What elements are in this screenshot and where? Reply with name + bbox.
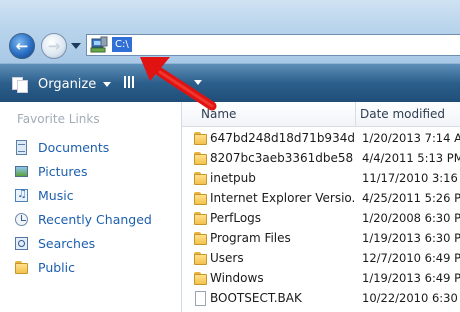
folder-icon	[193, 271, 208, 286]
organize-icon	[12, 77, 28, 93]
column-header-name[interactable]: Name	[201, 107, 236, 121]
command-toolbar: Organize	[0, 63, 460, 102]
folder-icon	[193, 151, 208, 166]
list-item[interactable]: 8207bc3aeb3361dbe58... 4/4/2011 5:13 PM	[182, 148, 460, 168]
list-item[interactable]: inetpub 11/17/2010 3:16 PM	[182, 168, 460, 188]
item-date: 11/17/2010 3:16 PM	[362, 171, 460, 185]
list-item[interactable]: PerfLogs 1/20/2008 6:30 PM	[182, 208, 460, 228]
item-name: Internet Explorer Versio...	[210, 191, 354, 205]
folder-icon	[193, 131, 208, 146]
recently-changed-icon	[14, 212, 29, 227]
item-date: 4/4/2011 5:13 PM	[362, 151, 460, 165]
list-item[interactable]: Internet Explorer Versio... 4/25/2011 5:…	[182, 188, 460, 208]
arrow-left-icon: ←	[15, 36, 29, 55]
item-date: 4/25/2011 5:26 PM	[362, 191, 460, 205]
sidebar-item-label: Documents	[38, 139, 110, 155]
views-icon	[124, 76, 136, 88]
list-item[interactable]: BOOTSECT.BAK 10/22/2010 6:30 PM	[182, 288, 460, 308]
views-dropdown-icon[interactable]	[194, 80, 202, 85]
sidebar-item-public[interactable]: Public	[14, 257, 75, 277]
item-date: 1/20/2008 6:30 PM	[362, 211, 460, 225]
folder-icon	[193, 211, 208, 226]
list-item[interactable]: Program Files 1/19/2013 6:30 PM	[182, 228, 460, 248]
item-date: 10/22/2010 6:30 PM	[362, 291, 460, 305]
sidebar-item-label: Public	[38, 259, 75, 275]
list-item[interactable]: 647bd248d18d71b934d... 1/20/2013 7:14 AM	[182, 128, 460, 148]
address-field[interactable]	[86, 34, 460, 56]
item-name: PerfLogs	[210, 211, 262, 225]
recent-pages-dropdown[interactable]	[71, 43, 81, 49]
organize-button[interactable]: Organize	[12, 74, 112, 94]
file-icon	[193, 291, 208, 306]
sidebar-item-label: Recently Changed	[38, 211, 152, 227]
sidebar-item-searches[interactable]: Searches	[14, 233, 95, 253]
item-name: 647bd248d18d71b934d...	[210, 131, 354, 145]
item-name: Program Files	[210, 231, 291, 245]
item-date: 1/19/2013 6:30 PM	[362, 231, 460, 245]
list-item[interactable]: Windows 1/19/2013 6:49 PM	[182, 268, 460, 288]
item-name: Users	[210, 251, 244, 265]
sidebar-item-pictures[interactable]: Pictures	[14, 161, 88, 181]
address-bar-region: ← → C:\	[0, 0, 460, 63]
sidebar-item-label: Music	[38, 187, 74, 203]
item-date: 1/20/2013 7:14 AM	[362, 131, 460, 145]
searches-icon	[14, 236, 29, 251]
sidebar-item-documents[interactable]: Documents	[14, 137, 109, 157]
list-item[interactable]: Users 12/7/2010 6:49 PM	[182, 248, 460, 268]
folder-icon	[193, 231, 208, 246]
chevron-down-icon	[103, 81, 112, 87]
organize-label: Organize	[38, 76, 97, 92]
folder-icon	[193, 191, 208, 206]
back-button[interactable]: ←	[9, 33, 35, 59]
column-header-date-modified[interactable]: Date modified	[360, 107, 445, 121]
music-icon	[14, 187, 29, 203]
forward-button[interactable]: →	[41, 33, 67, 59]
item-name: inetpub	[210, 171, 256, 185]
column-headers: Name Date modified	[182, 102, 460, 127]
item-name: Windows	[210, 271, 264, 285]
item-name: BOOTSECT.BAK	[210, 291, 302, 305]
sidebar-item-label: Searches	[38, 235, 96, 251]
sidebar-item-music[interactable]: Music	[14, 185, 74, 205]
navigation-pane: Favorite Links Documents Pictures Music …	[0, 102, 182, 312]
favorite-links-heading: Favorite Links	[17, 112, 100, 126]
item-name: 8207bc3aeb3361dbe58...	[210, 151, 354, 165]
sidebar-item-label: Pictures	[38, 163, 88, 179]
column-divider[interactable]	[355, 102, 356, 126]
item-date: 12/7/2010 6:49 PM	[362, 251, 460, 265]
item-date: 1/19/2013 6:49 PM	[362, 271, 460, 285]
address-path[interactable]: C:\	[112, 37, 132, 52]
arrow-right-icon: →	[47, 36, 61, 55]
folder-icon	[14, 260, 29, 275]
sidebar-item-recently-changed[interactable]: Recently Changed	[14, 209, 152, 229]
computer-icon	[90, 36, 108, 53]
folder-icon	[193, 171, 208, 186]
documents-icon	[14, 139, 29, 155]
folder-icon	[193, 251, 208, 266]
file-list: Name Date modified 647bd248d18d71b934d..…	[182, 102, 460, 312]
pictures-icon	[14, 164, 29, 179]
views-button[interactable]	[124, 76, 136, 88]
